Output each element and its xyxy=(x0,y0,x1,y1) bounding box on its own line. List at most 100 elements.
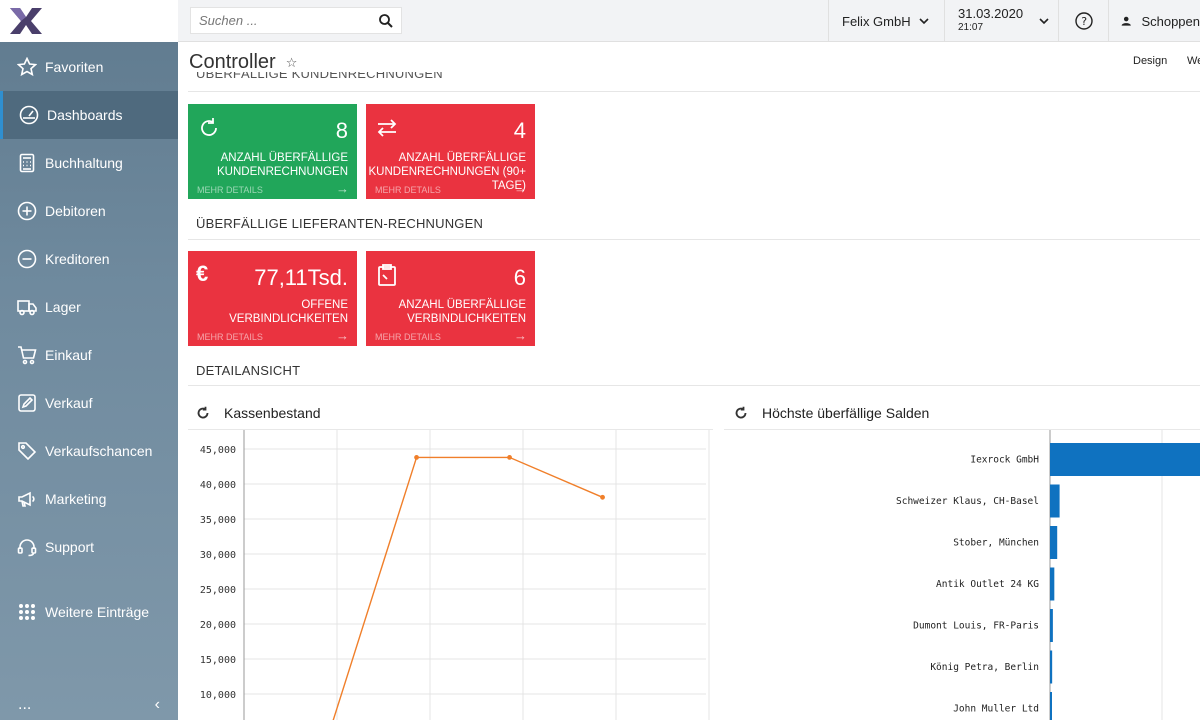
sidebar-item-buchhaltung[interactable]: Buchhaltung xyxy=(0,139,178,187)
sidebar-item-label: Verkauf xyxy=(45,395,93,411)
logo[interactable] xyxy=(0,0,178,42)
euro-icon: € xyxy=(196,261,209,286)
date-selector[interactable]: 31.03.2020 21:07 xyxy=(944,0,1058,42)
sidebar-item-einkauf[interactable]: Einkauf xyxy=(0,331,178,379)
grid-icon xyxy=(16,601,38,623)
bar xyxy=(1050,526,1058,559)
tile-label: Anzahl überfällige Verbindlichkeiten xyxy=(398,299,526,325)
sidebar-item-label: Support xyxy=(45,539,95,555)
refresh-icon[interactable] xyxy=(734,406,748,420)
sidebar-item-support[interactable]: Support xyxy=(0,523,178,571)
main-content: Controller ☆ Design We ÜBERFÄLLIGE KUNDE… xyxy=(178,42,1200,720)
sidebar-item-kreditoren[interactable]: Kreditoren xyxy=(0,235,178,283)
search-input[interactable] xyxy=(199,13,379,28)
design-button[interactable]: Design xyxy=(1133,55,1167,67)
balances-chart-panel: Iexrock GmbH Schweizer Klaus, CH-Basel Sto… xyxy=(724,429,1200,720)
more-action-button[interactable]: We xyxy=(1187,55,1200,67)
megaphone-icon xyxy=(16,488,38,510)
panel-title-text: Höchste überfällige Salden xyxy=(762,405,930,421)
help-button[interactable]: ? xyxy=(1058,0,1108,42)
section-header-supplier: ÜBERFÄLLIGE LIEFERANTEN-RECHNUNGEN xyxy=(196,216,484,231)
topbar: Felix GmbH 31.03.2020 21:07 ? Schoppen xyxy=(178,0,1200,42)
sidebar-item-lager[interactable]: Lager xyxy=(0,283,178,331)
edit-icon xyxy=(16,392,38,414)
divider xyxy=(188,239,1200,240)
sidebar-item-favoriten[interactable]: Favoriten xyxy=(0,43,178,91)
y-tick-label: 25,000 xyxy=(200,585,236,596)
arrow-right-icon: → xyxy=(514,181,527,196)
bar xyxy=(1050,650,1053,684)
page-title: Controller ☆ xyxy=(189,51,297,74)
y-tick-label: 20,000 xyxy=(200,620,236,631)
chevron-down-icon xyxy=(1039,18,1049,25)
user-icon xyxy=(1121,16,1131,26)
truck-icon xyxy=(16,296,38,318)
tile-overdue-customer-invoices[interactable]: 8 Anzahl überfällige Kundenrechnungen Me… xyxy=(188,104,357,199)
panel-title-cash: Kassenbestand xyxy=(196,405,321,421)
tile-open-liabilities[interactable]: € 77,11Tsd. Offene Verbindlichkeiten Meh… xyxy=(188,251,357,346)
y-tick-label: 40,000 xyxy=(200,480,236,491)
svg-text:?: ? xyxy=(1080,15,1087,28)
y-tick-label: 30,000 xyxy=(200,550,236,561)
category-label: Stober, München xyxy=(953,538,1039,549)
refresh-icon[interactable] xyxy=(196,406,210,420)
sidebar-item-dashboards[interactable]: Dashboards xyxy=(0,91,178,139)
collapse-sidebar-button[interactable]: ‹ xyxy=(155,696,160,714)
tile-more-details-link[interactable]: Mehr Details xyxy=(197,185,263,195)
sidebar: Favoriten Dashboards Buchhaltung Debitoren K… xyxy=(0,0,178,720)
company-selector[interactable]: Felix GmbH xyxy=(828,0,944,42)
sidebar-item-weitere-einträge[interactable]: Weitere Einträge xyxy=(0,588,178,636)
tile-label: Anzahl überfällige Kundenrechnungen xyxy=(217,152,348,178)
category-label: Iexrock GmbH xyxy=(970,455,1039,466)
headset-icon xyxy=(16,536,38,558)
sidebar-item-verkaufschancen[interactable]: Verkaufschancen xyxy=(0,427,178,475)
section-header-detail: DETAILANSICHT xyxy=(196,363,301,378)
chevron-down-icon xyxy=(919,18,929,25)
sidebar-item-marketing[interactable]: Marketing xyxy=(0,475,178,523)
sidebar-item-label: Debitoren xyxy=(45,203,106,219)
sidebar-item-verkauf[interactable]: Verkauf xyxy=(0,379,178,427)
tile-more-details-link[interactable]: Mehr Details xyxy=(197,332,263,342)
section-header-customer-text: ÜBERFÄLLIGE KUNDENRECHNUNGEN xyxy=(196,72,443,81)
tile-value: 6 xyxy=(513,265,526,290)
sidebar-item-label: Dashboards xyxy=(47,107,123,123)
sidebar-item-debitoren[interactable]: Debitoren xyxy=(0,187,178,235)
tile-overdue-liabilities[interactable]: 6 Anzahl überfällige Verbindlichkeiten M… xyxy=(366,251,535,346)
y-tick-label: 15,000 xyxy=(200,655,236,666)
arrow-right-icon: → xyxy=(336,328,349,343)
category-label: John Muller Ltd xyxy=(953,704,1039,715)
tile-value: 8 xyxy=(335,118,348,143)
exchange-icon xyxy=(375,116,399,140)
tile-overdue-customer-invoices-90[interactable]: 4 Anzahl überfällige Kundenrechnungen (9… xyxy=(366,104,535,199)
tile-label: Offene Verbindlichkeiten xyxy=(229,299,348,325)
category-label: König Petra, Berlin xyxy=(930,662,1039,673)
category-label: Antik Outlet 24 KG xyxy=(936,579,1039,590)
tile-more-details-link[interactable]: Mehr Details xyxy=(375,332,441,342)
current-time: 21:07 xyxy=(958,22,984,33)
sidebar-item-label: Buchhaltung xyxy=(45,155,123,171)
sidebar-item-label: Lager xyxy=(45,299,81,315)
data-point xyxy=(507,455,512,460)
sidebar-item-label: Marketing xyxy=(45,491,107,507)
bar xyxy=(1050,609,1053,642)
y-tick-label: 35,000 xyxy=(200,515,236,526)
divider xyxy=(188,385,1200,386)
search-icon[interactable] xyxy=(379,13,393,28)
tile-more-details-link[interactable]: Mehr Details xyxy=(375,185,441,195)
more-options-button[interactable]: ... xyxy=(18,696,31,714)
bar xyxy=(1050,443,1200,476)
refresh-icon xyxy=(197,116,221,140)
sidebar-item-label: Kreditoren xyxy=(45,251,110,267)
x-logo-icon xyxy=(10,8,42,34)
plus-circle-icon xyxy=(16,200,38,222)
category-label: Schweizer Klaus, CH-Basel xyxy=(896,496,1039,507)
section-header-customer: ÜBERFÄLLIGE KUNDENRECHNUNGEN xyxy=(196,72,443,83)
sidebar-item-label: Favoriten xyxy=(45,59,104,75)
bar xyxy=(1050,567,1055,601)
minus-circle-icon xyxy=(16,248,38,270)
y-tick-label: 45,000 xyxy=(200,445,236,456)
user-menu[interactable]: Schoppen xyxy=(1108,0,1200,42)
favorite-star-icon[interactable]: ☆ xyxy=(286,55,298,71)
divider xyxy=(188,91,1200,92)
tile-value: 77,11Tsd. xyxy=(254,265,348,290)
